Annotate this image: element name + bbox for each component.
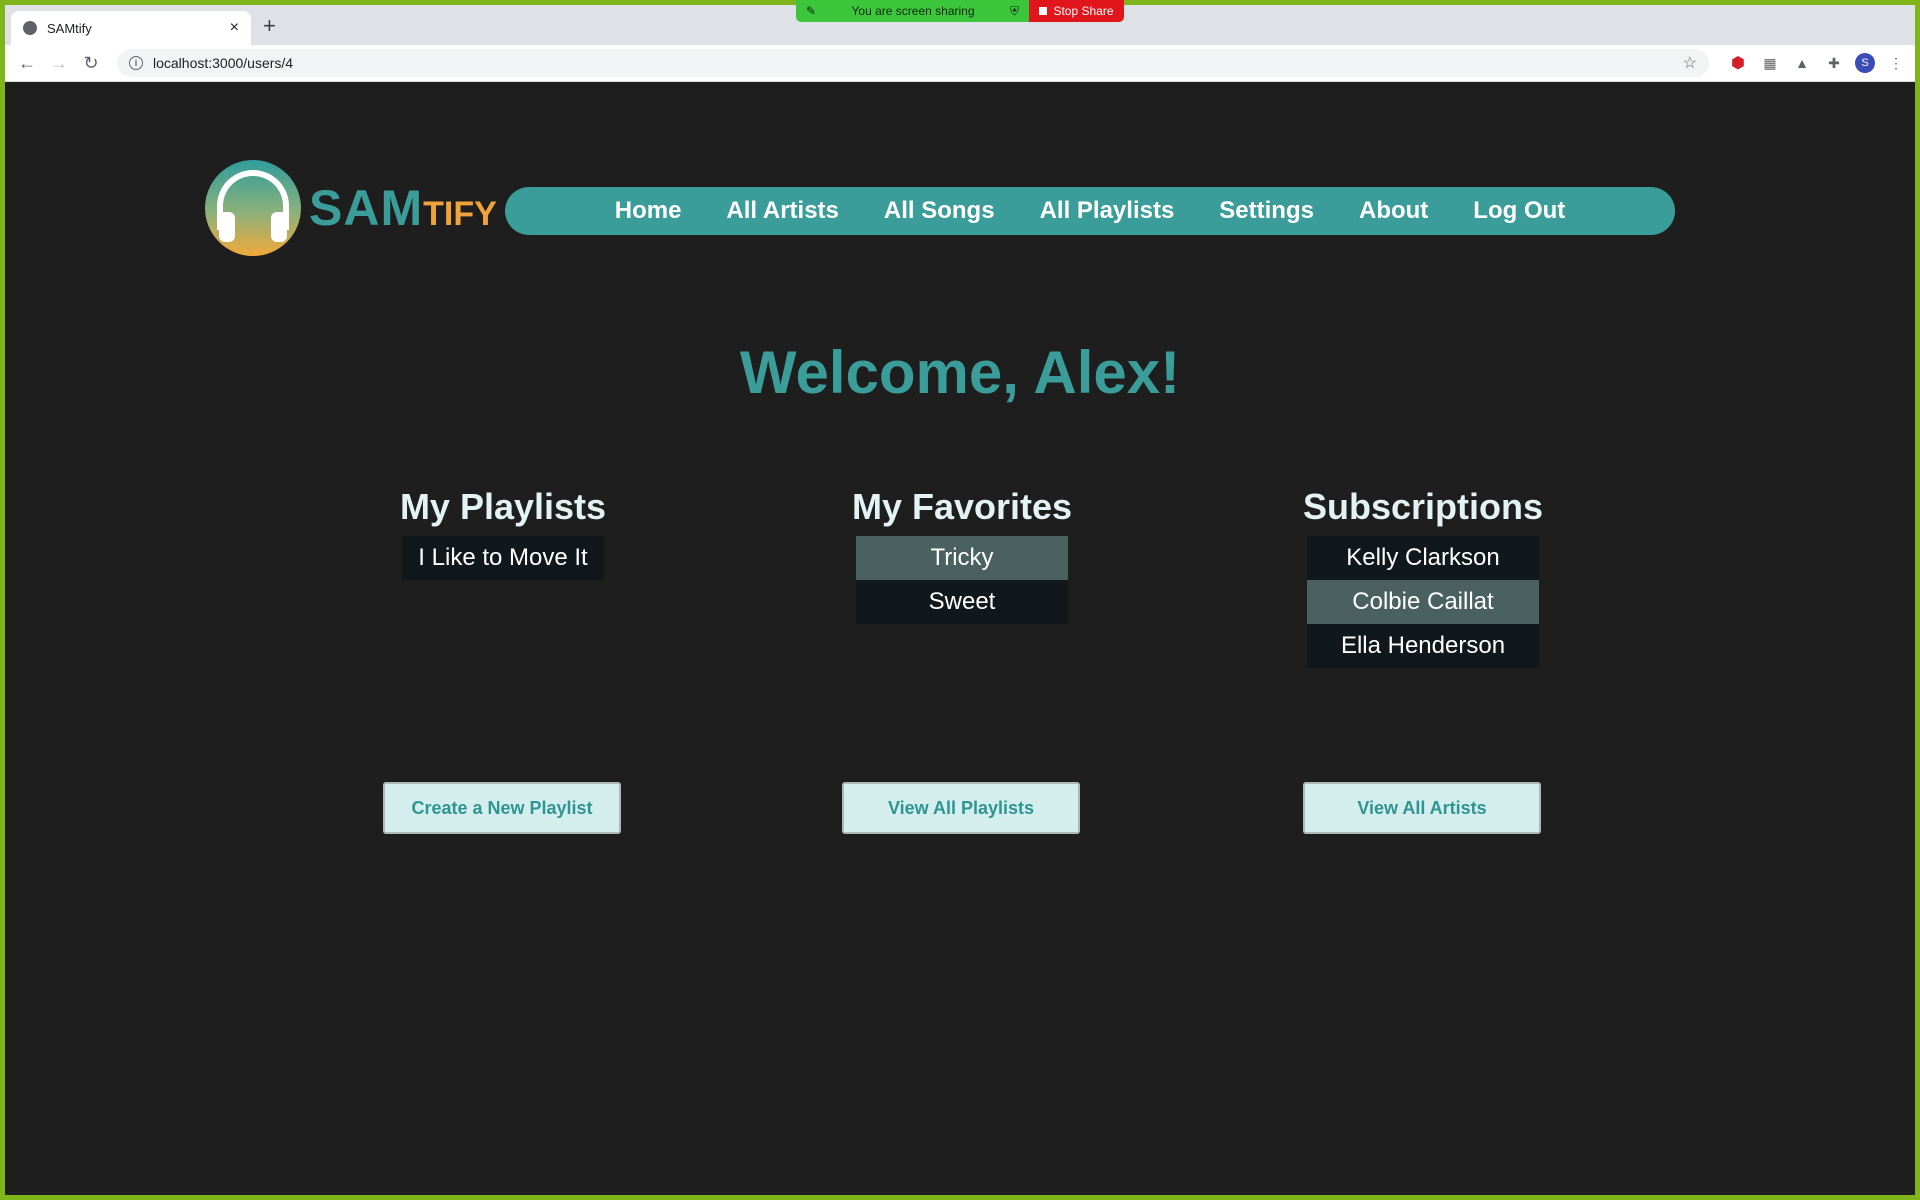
nav-about[interactable]: About: [1359, 197, 1428, 225]
stop-share-button[interactable]: Stop Share: [1029, 0, 1124, 22]
adblock-extension-icon[interactable]: ⬢: [1727, 52, 1749, 74]
nav-home[interactable]: Home: [615, 197, 682, 225]
browser-window: SAMtify × + ← → ↻ i localhost:3000/users…: [5, 5, 1915, 1195]
stop-icon: [1039, 7, 1048, 15]
headphones-logo-icon: [205, 160, 301, 256]
playlist-item[interactable]: I Like to Move It: [402, 536, 604, 580]
globe-icon: [23, 21, 37, 35]
subscription-item[interactable]: Ella Henderson: [1307, 624, 1539, 668]
url-text[interactable]: localhost:3000/users/4: [153, 55, 1683, 71]
nav-all-playlists[interactable]: All Playlists: [1040, 197, 1175, 225]
subscriptions-title: Subscriptions: [1302, 486, 1544, 527]
browser-tab[interactable]: SAMtify ×: [11, 11, 251, 45]
logo-wordmark: SAM TIFY: [309, 179, 497, 237]
stop-share-label: Stop Share: [1053, 4, 1114, 18]
profile-avatar[interactable]: S: [1855, 53, 1875, 73]
playlists-list: I Like to Move It: [402, 536, 604, 580]
logo-tify: TIFY: [423, 195, 497, 233]
subscription-item[interactable]: Kelly Clarkson: [1307, 536, 1539, 580]
main-navbar: Home All Artists All Songs All Playlists…: [505, 187, 1675, 235]
nav-settings[interactable]: Settings: [1219, 197, 1314, 225]
view-all-artists-button[interactable]: View All Artists: [1303, 782, 1541, 834]
logo-sam: SAM: [309, 180, 424, 236]
samtify-logo[interactable]: SAM TIFY: [205, 160, 497, 256]
my-favorites-title: My Favorites: [851, 486, 1073, 527]
new-tab-icon[interactable]: +: [263, 15, 276, 37]
reload-icon[interactable]: ↻: [77, 49, 105, 77]
subscriptions-section: Subscriptions Kelly Clarkson Colbie Cail…: [1253, 486, 1593, 668]
forward-icon[interactable]: →: [45, 49, 73, 77]
site-header: SAM TIFY Home All Artists All Songs All …: [205, 160, 1675, 260]
nav-log-out[interactable]: Log Out: [1473, 197, 1565, 225]
menu-kebab-icon[interactable]: ⋮: [1885, 52, 1907, 74]
puzzle-extensions-icon[interactable]: ✚: [1823, 52, 1845, 74]
back-icon[interactable]: ←: [13, 49, 41, 77]
my-playlists-title: My Playlists: [399, 486, 607, 527]
view-all-playlists-button[interactable]: View All Playlists: [842, 782, 1080, 834]
page-content: SAM TIFY Home All Artists All Songs All …: [5, 82, 1915, 1195]
shield-icon: ⛨: [1009, 3, 1019, 18]
welcome-heading: Welcome, Alex!: [739, 339, 1181, 406]
bookmark-star-icon[interactable]: ☆: [1683, 53, 1697, 73]
close-tab-icon[interactable]: ×: [230, 19, 239, 37]
browser-toolbar: ← → ↻ i localhost:3000/users/4 ☆ ⬢ ▦ ▲ ✚…: [5, 45, 1915, 82]
nav-all-artists[interactable]: All Artists: [726, 197, 838, 225]
screen-share-bar: ✎ You are screen sharing ⛨ Stop Share: [796, 0, 1124, 22]
nav-all-songs[interactable]: All Songs: [884, 197, 995, 225]
subscription-item[interactable]: Colbie Caillat: [1307, 580, 1539, 624]
tab-title: SAMtify: [47, 20, 92, 36]
my-favorites-section: My Favorites Tricky Sweet: [792, 486, 1132, 624]
favorite-item[interactable]: Sweet: [856, 580, 1068, 624]
info-icon[interactable]: i: [129, 56, 143, 70]
share-pen-icon[interactable]: ✎: [806, 4, 816, 18]
screen-share-message: ✎ You are screen sharing ⛨: [796, 0, 1029, 22]
extension-icon[interactable]: ▦: [1759, 52, 1781, 74]
address-bar[interactable]: i localhost:3000/users/4 ☆: [117, 49, 1709, 77]
screen-share-text: You are screen sharing: [851, 4, 975, 18]
create-playlist-button[interactable]: Create a New Playlist: [383, 782, 621, 834]
favorites-list: Tricky Sweet: [856, 536, 1068, 624]
drive-extension-icon[interactable]: ▲: [1791, 52, 1813, 74]
my-playlists-section: My Playlists I Like to Move It: [333, 486, 673, 580]
subscriptions-list: Kelly Clarkson Colbie Caillat Ella Hende…: [1307, 536, 1539, 668]
favorite-item[interactable]: Tricky: [856, 536, 1068, 580]
